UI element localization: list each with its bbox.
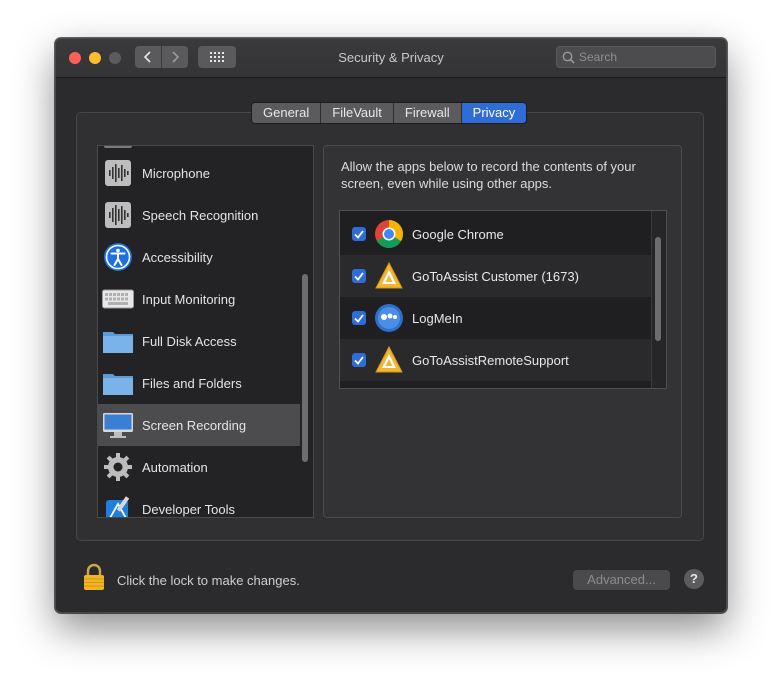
sidebar-item-label: Automation xyxy=(142,459,208,475)
waveform-icon xyxy=(102,199,134,231)
titlebar: Security & Privacy Search xyxy=(56,39,726,78)
folder-icon xyxy=(102,325,134,357)
tab-filevault[interactable]: FileVault xyxy=(321,103,394,123)
app-name: LogMeIn xyxy=(412,310,463,326)
app-name: GoToAssist Customer (1673) xyxy=(412,268,579,284)
sidebar-item-label: Accessibility xyxy=(142,249,213,265)
scrolled-item-fragment xyxy=(104,146,132,148)
checkmark-icon xyxy=(354,271,364,281)
sidebar-item-label: Screen Recording xyxy=(142,417,247,433)
advanced-button[interactable]: Advanced... xyxy=(573,570,670,590)
checkmark-icon xyxy=(354,313,364,323)
app-row-logmein: LogMeIn xyxy=(340,297,651,339)
sidebar-item-label: Full Disk Access xyxy=(142,333,237,349)
sidebar-item-label: Microphone xyxy=(142,165,210,181)
app-list: Google Chrome GoToAssist Customer (1673) xyxy=(339,210,667,389)
sidebar-item-label: Input Monitoring xyxy=(142,291,236,307)
help-button[interactable]: ? xyxy=(684,569,704,589)
panel-description: Allow the apps below to record the conte… xyxy=(341,159,636,191)
logmein-icon xyxy=(374,303,404,333)
app-row-gotoassist-customer: GoToAssist Customer (1673) xyxy=(340,255,651,297)
waveform-icon xyxy=(102,157,134,189)
tab-general[interactable]: General xyxy=(252,103,322,123)
checkmark-icon xyxy=(354,355,364,365)
folder-icon xyxy=(102,367,134,399)
checkmark-icon xyxy=(354,229,364,239)
lock-icon xyxy=(84,563,104,590)
tab-privacy[interactable]: Privacy xyxy=(461,103,527,123)
lock-button[interactable] xyxy=(82,563,106,596)
developer-tools-icon xyxy=(102,493,134,517)
search-placeholder: Search xyxy=(579,50,618,64)
app-list-scrollbar[interactable] xyxy=(655,237,661,341)
sidebar-item-developer-tools[interactable]: Developer Tools xyxy=(98,488,300,517)
app-checkbox[interactable] xyxy=(352,269,366,283)
search-icon xyxy=(562,51,575,64)
monitor-icon xyxy=(102,409,134,441)
app-name: GoToAssistRemoteSupport xyxy=(412,352,569,368)
gotoassist-icon xyxy=(374,345,404,375)
search-input[interactable]: Search xyxy=(556,46,716,68)
sidebar-item-speech-recognition[interactable]: Speech Recognition xyxy=(98,194,300,236)
gotoassist-icon xyxy=(374,261,404,291)
sidebar-item-label: Developer Tools xyxy=(142,501,235,517)
security-privacy-window: Security & Privacy Search General FileVa… xyxy=(55,38,727,613)
keyboard-icon xyxy=(102,283,134,315)
app-checkbox[interactable] xyxy=(352,227,366,241)
sidebar-item-microphone[interactable]: Microphone xyxy=(98,152,300,194)
sidebar-item-full-disk-access[interactable]: Full Disk Access xyxy=(98,320,300,362)
accessibility-icon xyxy=(102,241,134,273)
privacy-category-list: Microphone Speech Recognition Accessibil… xyxy=(97,145,314,518)
tab-firewall[interactable]: Firewall xyxy=(393,103,462,123)
sidebar-item-label: Speech Recognition xyxy=(142,207,259,223)
sidebar-scrollbar[interactable] xyxy=(302,274,308,462)
app-row-google-chrome: Google Chrome xyxy=(340,213,651,255)
screen-recording-panel: Allow the apps below to record the conte… xyxy=(323,145,682,518)
app-name: Google Chrome xyxy=(412,226,504,242)
app-checkbox[interactable] xyxy=(352,353,366,367)
sidebar-item-input-monitoring[interactable]: Input Monitoring xyxy=(98,278,300,320)
sidebar-item-accessibility[interactable]: Accessibility xyxy=(98,236,300,278)
app-row-gotoassist-remote-support: GoToAssistRemoteSupport xyxy=(340,339,651,381)
tab-bar: General FileVault Firewall Privacy xyxy=(251,102,528,124)
chrome-icon xyxy=(374,219,404,249)
lock-text: Click the lock to make changes. xyxy=(117,573,300,588)
sidebar-item-label: Files and Folders xyxy=(142,375,242,391)
gear-icon xyxy=(102,451,134,483)
sidebar-item-screen-recording[interactable]: Screen Recording xyxy=(98,404,300,446)
sidebar-item-files-and-folders[interactable]: Files and Folders xyxy=(98,362,300,404)
sidebar-item-automation[interactable]: Automation xyxy=(98,446,300,488)
app-checkbox[interactable] xyxy=(352,311,366,325)
